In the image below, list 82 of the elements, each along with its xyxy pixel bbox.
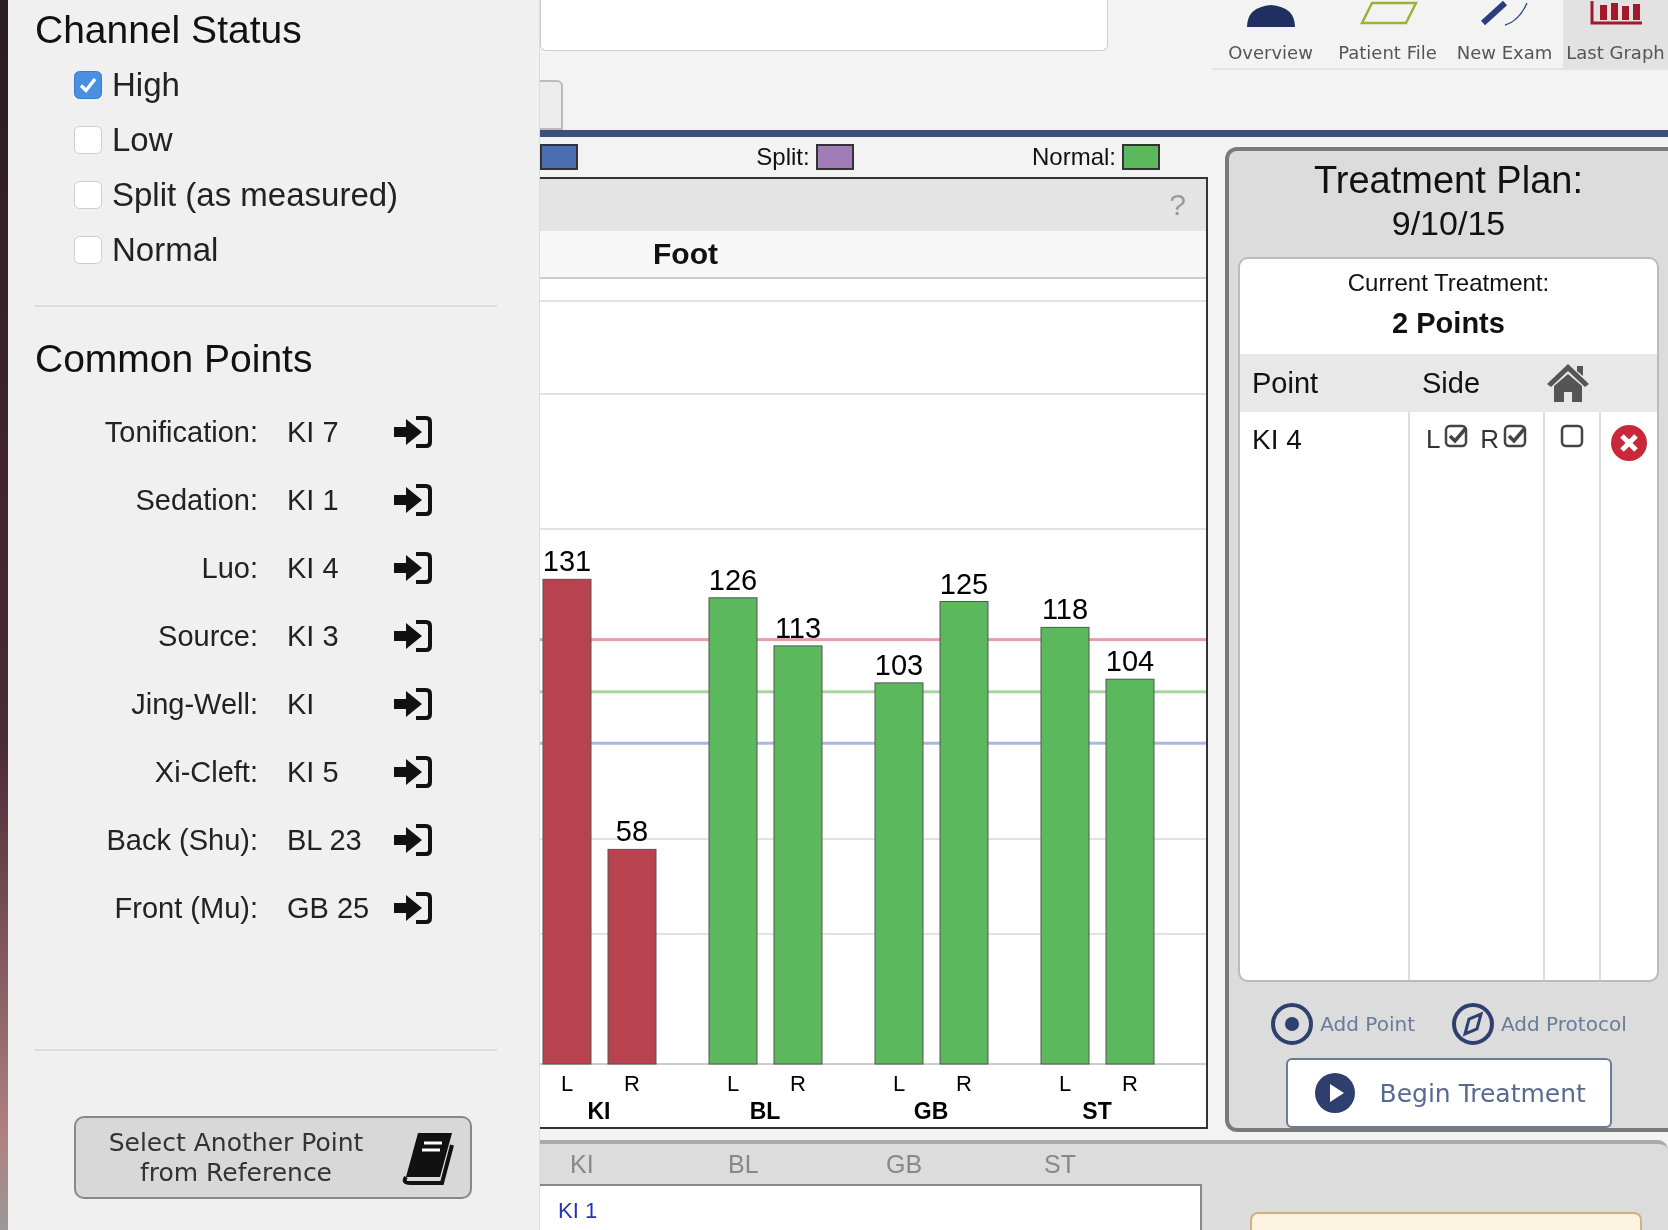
side-label: R (1480, 424, 1500, 455)
bar-value: 118 (1041, 593, 1089, 626)
toolbar-button[interactable]: New Exam (1446, 0, 1563, 68)
sign-in-icon[interactable] (392, 619, 432, 653)
reference-button[interactable]: Select Another Point from Reference (74, 1116, 472, 1199)
legend-label: Split: (756, 143, 810, 171)
toolbar-button[interactable]: Patient File (1329, 0, 1446, 68)
point-type-label: Source: (157, 619, 258, 653)
side-label: R (956, 1071, 972, 1096)
checkbox-label: Split (as measured) (112, 176, 399, 214)
add-button[interactable]: Add Point (1270, 1002, 1416, 1046)
checkbox[interactable] (1560, 424, 1584, 448)
bar-value: 125 (939, 567, 989, 600)
point-name: KI 1 (286, 483, 340, 517)
sign-in-icon[interactable] (392, 891, 432, 925)
current-treatment-label: Current Treatment: (1347, 269, 1550, 297)
checkbox-label: High (112, 66, 180, 104)
section-title: Common Points (35, 337, 314, 381)
checkbox[interactable] (1444, 424, 1469, 448)
plan-date: 9/10/15 (1391, 204, 1506, 243)
delete-icon[interactable] (1610, 424, 1648, 462)
book-icon (400, 1130, 456, 1185)
bar-value: 104 (1105, 645, 1155, 678)
sign-in-icon[interactable] (392, 687, 432, 721)
side-label: R (1122, 1071, 1138, 1096)
checkbox-label: Normal (112, 231, 219, 269)
sign-in-icon[interactable] (392, 551, 432, 585)
sign-in-icon[interactable] (392, 415, 432, 449)
point-name: KI 4 (286, 551, 340, 585)
point-name: KI 7 (286, 415, 340, 449)
column-header: Side (1410, 354, 1545, 412)
point-name: KI 4 (1252, 424, 1302, 456)
point-name: GB 25 (286, 891, 371, 925)
toolbar-button[interactable]: Last Graph (1563, 0, 1668, 68)
sign-in-icon[interactable] (392, 823, 432, 857)
point-type-label: Luo: (200, 551, 258, 585)
sign-in-icon[interactable] (392, 755, 432, 789)
play-icon (1313, 1072, 1356, 1114)
point-name: BL 23 (286, 823, 363, 857)
checkbox[interactable] (74, 71, 102, 99)
point-type-label: Jing-Well: (130, 687, 258, 721)
category-label: KI (587, 1098, 611, 1124)
add-button[interactable]: Add Protocol (1451, 1002, 1627, 1046)
point-name: KI (286, 687, 316, 721)
column-header: Point (1240, 354, 1410, 412)
side-label: L (1425, 424, 1441, 455)
checkbox[interactable] (1503, 424, 1528, 448)
chart-title: Foot (653, 237, 718, 271)
panel-title: Treatment Plan: (1314, 159, 1583, 202)
target-icon (1270, 1002, 1315, 1046)
toolbar-button[interactable]: Overview (1212, 0, 1329, 68)
begin-treatment-button[interactable]: Begin Treatment (1285, 1058, 1612, 1128)
point-type-label: Sedation: (134, 483, 258, 517)
side-label: L (560, 1071, 574, 1096)
bar-value: 126 (708, 563, 758, 596)
side-label: L (892, 1071, 906, 1096)
side-label: R (790, 1071, 806, 1096)
text-field[interactable] (540, 0, 1108, 51)
bar-value: 113 (774, 611, 822, 644)
side-label: L (1058, 1071, 1072, 1096)
legend-label: Normal: (1032, 143, 1116, 171)
point-link[interactable]: KI 1 (558, 1198, 598, 1223)
side-label: R (624, 1071, 640, 1096)
point-count: 2 Points (1392, 307, 1505, 340)
checkbox-label: Low (112, 121, 173, 159)
home-icon (1545, 362, 1591, 404)
bar-value: 131 (542, 545, 592, 578)
point-type-label: Back (Shu): (105, 823, 258, 857)
point-name: KI 3 (286, 619, 340, 653)
sign-in-icon[interactable] (392, 483, 432, 517)
bar-value: 58 (615, 815, 649, 848)
category-label: ST (1082, 1098, 1112, 1124)
side-label: L (726, 1071, 740, 1096)
bar-value: 103 (874, 648, 924, 681)
point-type-label: Xi-Cleft: (153, 755, 258, 789)
compass-icon (1451, 1002, 1496, 1046)
category-label: GB (913, 1098, 949, 1124)
category-label: BL (749, 1098, 781, 1124)
point-name: KI 5 (286, 755, 340, 789)
section-title: Channel Status (35, 8, 303, 52)
point-type-label: Front (Mu): (113, 891, 258, 925)
point-type-label: Tonification: (103, 415, 258, 449)
